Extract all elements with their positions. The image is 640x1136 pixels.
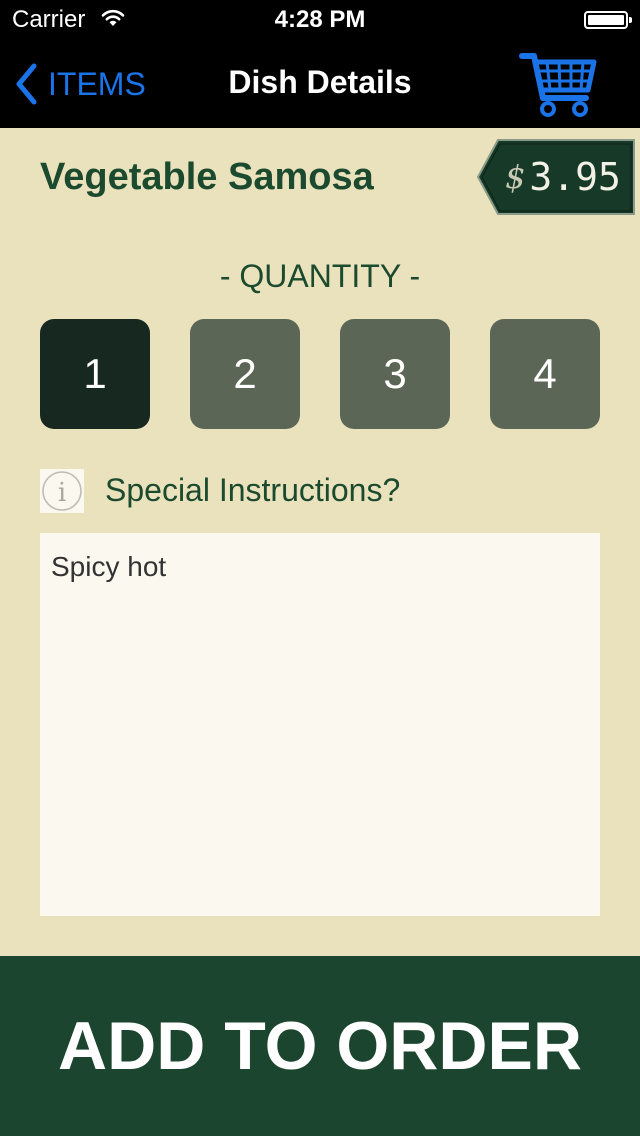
navigation-bar: ITEMS Dish Details bbox=[0, 40, 640, 128]
quantity-option-2[interactable]: 2 bbox=[190, 319, 300, 429]
dish-name: Vegetable Samosa bbox=[40, 156, 374, 198]
currency-symbol: $ bbox=[505, 158, 526, 196]
price-value: 3.95 bbox=[529, 155, 621, 199]
add-to-order-button[interactable]: ADD TO ORDER bbox=[0, 956, 640, 1136]
svg-text:i: i bbox=[58, 478, 66, 508]
special-instructions-field[interactable]: Spicy hot bbox=[40, 533, 600, 916]
status-time: 4:28 PM bbox=[274, 6, 366, 33]
info-icon[interactable]: i bbox=[40, 469, 84, 513]
battery-icon bbox=[584, 11, 632, 29]
quantity-label: - QUANTITY - bbox=[219, 258, 421, 294]
status-bar: Carrier 4:28 PM bbox=[0, 0, 640, 40]
quantity-option-4[interactable]: 4 bbox=[490, 319, 600, 429]
quantity-option-3[interactable]: 3 bbox=[340, 319, 450, 429]
price-tag: $ 3.95 bbox=[476, 138, 636, 216]
shopping-cart-icon[interactable] bbox=[518, 46, 598, 125]
quantity-option-1[interactable]: 1 bbox=[40, 319, 150, 429]
special-instructions-label: Special Instructions? bbox=[105, 472, 401, 508]
